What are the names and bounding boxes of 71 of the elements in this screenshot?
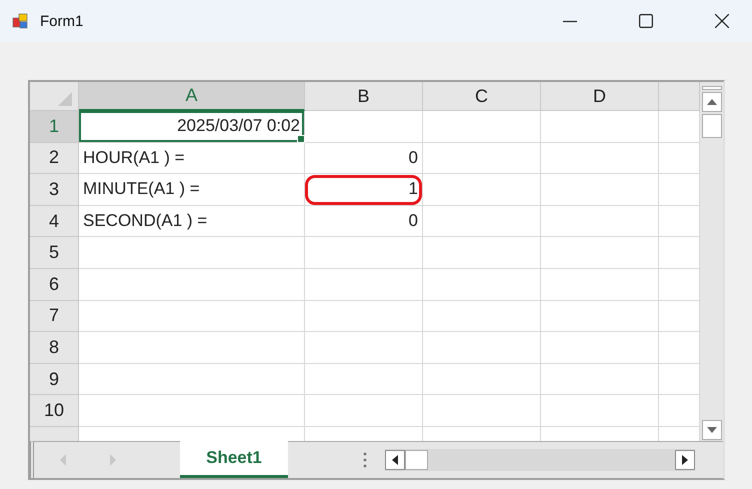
row-header[interactable]: 5 <box>30 237 79 269</box>
scroll-down-icon[interactable] <box>702 420 722 440</box>
select-all-corner[interactable] <box>30 82 79 111</box>
table-cell[interactable] <box>541 268 659 301</box>
table-cell[interactable] <box>305 332 423 364</box>
splitter-dots-icon[interactable] <box>363 452 367 468</box>
row-header[interactable]: 10 <box>30 395 79 427</box>
row-header[interactable]: 4 <box>30 206 79 238</box>
scroll-left-icon[interactable] <box>385 450 405 470</box>
table-cell[interactable] <box>79 300 305 332</box>
table-cell[interactable] <box>79 364 305 396</box>
table-cell[interactable]: 0 <box>305 142 423 174</box>
table-cell[interactable] <box>79 268 305 301</box>
table-cell[interactable]: 0 <box>305 206 423 238</box>
table-cell[interactable] <box>423 237 541 269</box>
table-cell[interactable] <box>423 268 541 301</box>
scroll-right-icon[interactable] <box>675 450 695 470</box>
table-cell[interactable] <box>541 206 659 238</box>
table-cell[interactable] <box>541 332 659 364</box>
table-cell[interactable]: 1 <box>305 174 423 206</box>
table-cell[interactable] <box>541 237 659 269</box>
row-header[interactable]: 6 <box>30 268 79 301</box>
maximize-icon[interactable] <box>639 14 653 28</box>
table-cell[interactable] <box>305 111 423 143</box>
table-cell[interactable] <box>79 395 305 427</box>
table-cell[interactable] <box>541 364 659 396</box>
table-cell[interactable] <box>423 300 541 332</box>
table-cell[interactable] <box>305 395 423 427</box>
table-cell[interactable] <box>423 395 541 427</box>
table-cell[interactable] <box>423 142 541 174</box>
table-cell[interactable] <box>79 237 305 269</box>
next-sheet-icon[interactable] <box>108 454 118 466</box>
table-cell[interactable] <box>423 332 541 364</box>
table-cell[interactable] <box>423 174 541 206</box>
column-header[interactable]: D <box>541 82 659 111</box>
table-cell[interactable] <box>79 332 305 364</box>
table-cell[interactable] <box>423 206 541 238</box>
horizontal-scrollbar[interactable] <box>385 449 695 471</box>
sheet-tab[interactable]: Sheet1 <box>180 441 288 478</box>
scroll-up-icon[interactable] <box>702 92 722 112</box>
window-title: Form1 <box>40 12 84 30</box>
table-cell[interactable] <box>423 364 541 396</box>
table-cell[interactable] <box>541 142 659 174</box>
table-cell[interactable] <box>541 174 659 206</box>
table-cell[interactable]: HOUR(A1 ) = <box>79 142 305 174</box>
table-cell[interactable] <box>305 268 423 301</box>
row-header[interactable]: 3 <box>30 174 79 206</box>
scroll-thumb[interactable] <box>405 450 428 470</box>
table-cell[interactable] <box>305 237 423 269</box>
table-cell[interactable]: 2025/03/07 0:02 <box>79 111 305 143</box>
column-header[interactable]: B <box>305 82 423 111</box>
table-cell[interactable] <box>541 111 659 143</box>
row-header[interactable]: 1 <box>30 111 79 143</box>
row-header[interactable]: 7 <box>30 300 79 332</box>
close-icon[interactable] <box>715 14 729 28</box>
row-header[interactable]: 9 <box>30 364 79 396</box>
table-cell[interactable] <box>423 111 541 143</box>
scroll-thumb[interactable] <box>702 114 722 138</box>
table-cell[interactable] <box>541 395 659 427</box>
previous-sheet-icon[interactable] <box>58 454 68 466</box>
app-icon <box>12 13 28 29</box>
table-cell[interactable] <box>541 300 659 332</box>
corner-triangle-icon <box>58 92 72 106</box>
table-cell[interactable] <box>305 300 423 332</box>
table-cell[interactable] <box>305 364 423 396</box>
column-header[interactable]: A <box>79 82 305 111</box>
table-cell[interactable]: MINUTE(A1 ) = <box>79 174 305 206</box>
row-header[interactable]: 2 <box>30 142 79 174</box>
column-header[interactable]: C <box>423 82 541 111</box>
table-cell[interactable]: SECOND(A1 ) = <box>79 206 305 238</box>
row-header[interactable]: 8 <box>30 332 79 364</box>
